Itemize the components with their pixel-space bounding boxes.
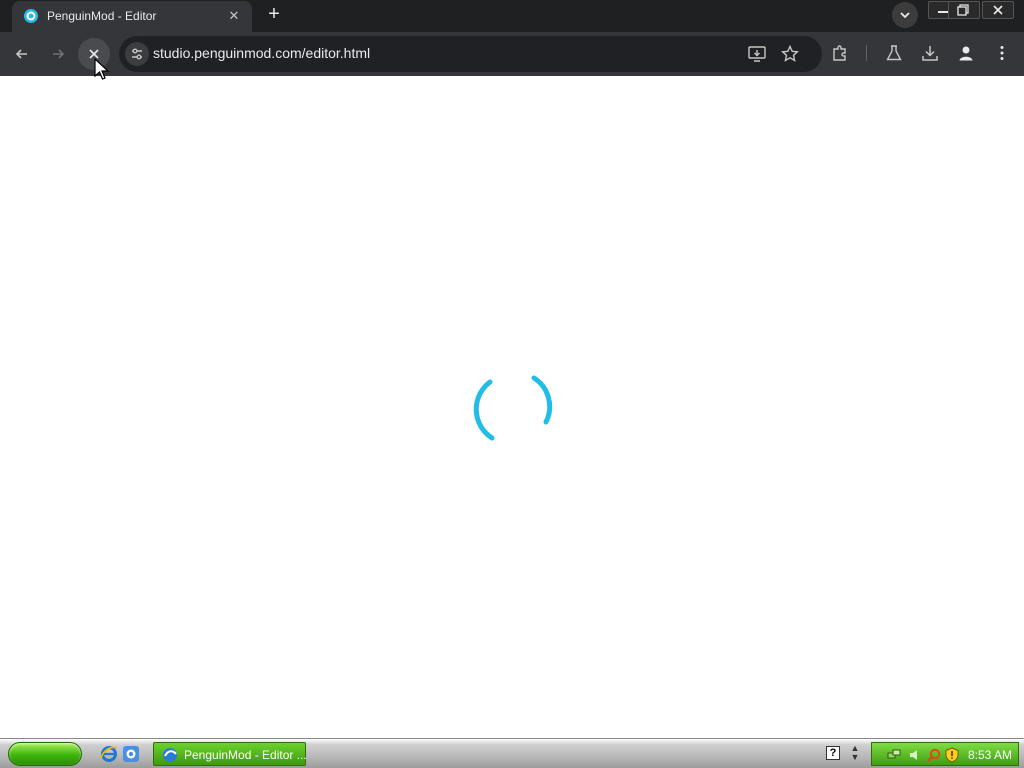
address-bar[interactable]: studio.penguinmod.com/editor.html — [119, 36, 822, 72]
browser-quicklaunch-icon[interactable] — [122, 745, 140, 763]
volume-icon[interactable] — [908, 747, 924, 763]
taskbar-item-label: PenguinMod - Editor ... — [184, 748, 307, 762]
tray-expand-icon[interactable]: ▲ ▼ — [849, 744, 861, 762]
back-button[interactable] — [6, 38, 38, 70]
site-info-icon — [132, 48, 142, 60]
mouse-cursor-icon — [94, 58, 110, 80]
restore-icon — [957, 4, 969, 16]
labs-flask-icon[interactable] — [885, 44, 903, 62]
tab-close-icon[interactable]: ✕ — [225, 7, 243, 25]
profile-icon[interactable] — [957, 44, 975, 62]
extensions-puzzle-icon[interactable] — [831, 44, 849, 62]
forward-button[interactable] — [42, 38, 74, 70]
new-tab-button[interactable]: + — [263, 4, 285, 26]
tab-penguinmod-editor[interactable]: PenguinMod - Editor ✕ — [12, 1, 252, 32]
chevron-down-icon — [900, 12, 910, 19]
close-icon — [993, 5, 1003, 15]
tab-title: PenguinMod - Editor — [47, 9, 157, 23]
security-shield-icon[interactable] — [944, 747, 960, 763]
clock[interactable]: 8:53 AM — [968, 748, 1012, 762]
tab-strip: PenguinMod - Editor ✕ + — [0, 0, 1024, 32]
bookmark-star-icon[interactable] — [781, 45, 799, 63]
loading-spinner — [473, 375, 553, 441]
site-info-button[interactable] — [125, 42, 149, 66]
help-icon[interactable]: ? — [826, 746, 840, 760]
penguinmod-logo-icon — [24, 9, 38, 23]
network-icon[interactable] — [886, 747, 902, 763]
system-tray: 8:53 AM — [871, 742, 1019, 766]
forward-arrow-icon — [53, 49, 65, 59]
download-icon[interactable] — [921, 44, 939, 62]
menu-kebab-icon[interactable] — [993, 44, 1011, 62]
browser-window-icon — [163, 748, 177, 762]
url-text[interactable]: studio.penguinmod.com/editor.html — [153, 45, 370, 61]
tab-search-button[interactable] — [892, 2, 918, 28]
taskbar: PenguinMod - Editor ... ? ▲ ▼ 8:53 AM — [0, 738, 1024, 768]
search-icon[interactable] — [926, 747, 942, 763]
start-button[interactable] — [8, 742, 82, 766]
restore-button[interactable] — [948, 1, 980, 19]
toolbar-divider — [866, 45, 867, 61]
close-window-button[interactable] — [982, 1, 1014, 19]
back-arrow-icon — [15, 49, 27, 59]
page-content — [0, 76, 1024, 738]
install-app-icon[interactable] — [748, 46, 766, 62]
internet-explorer-icon[interactable] — [100, 745, 118, 763]
browser-toolbar: studio.penguinmod.com/editor.html — [0, 32, 1024, 76]
taskbar-item-penguinmod[interactable]: PenguinMod - Editor ... — [153, 742, 307, 766]
